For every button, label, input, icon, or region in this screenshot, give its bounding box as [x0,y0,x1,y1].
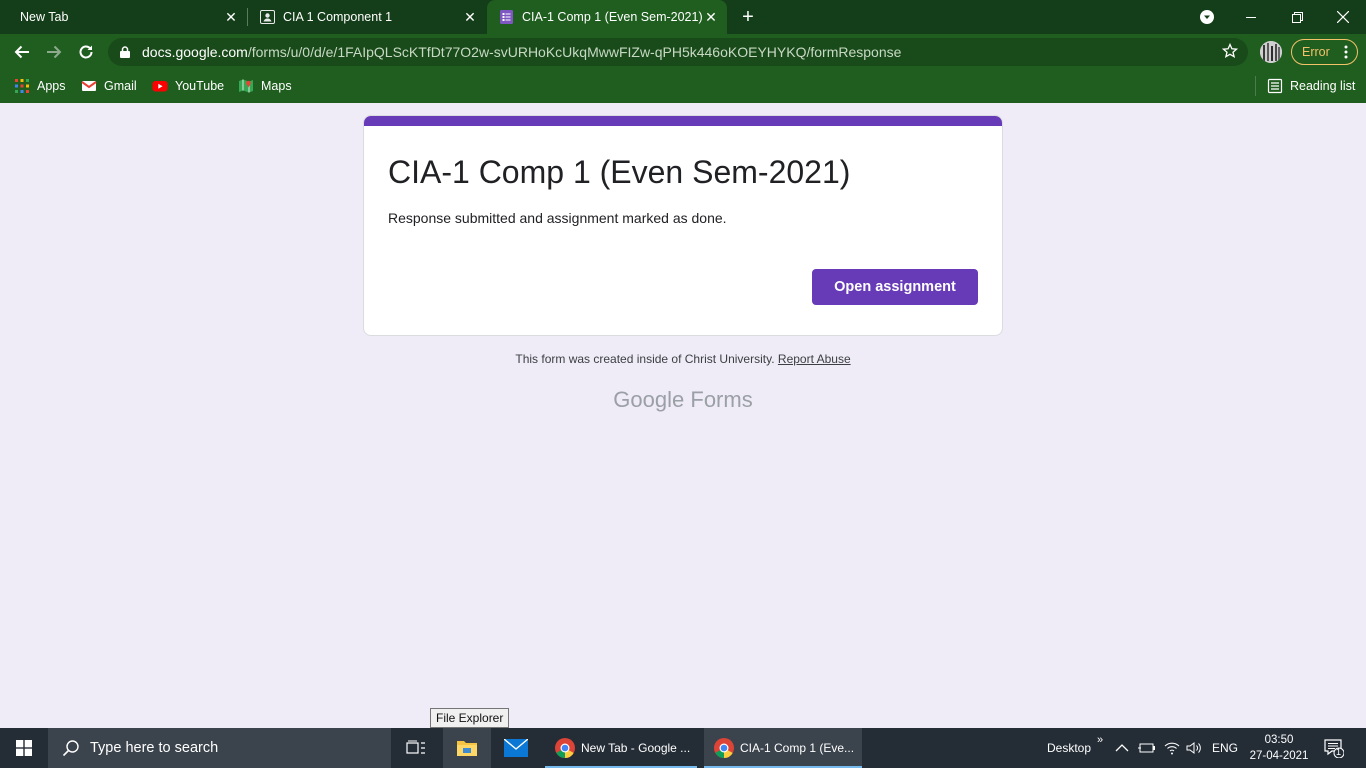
file-explorer-tooltip: File Explorer [430,708,510,728]
bookmark-maps[interactable]: Maps [238,76,292,96]
bookmark-label: Gmail [104,79,137,93]
url-path: /forms/u/0/d/e/1FAIpQLScKTfDt77O2w-svURH… [247,44,902,60]
bookmark-youtube[interactable]: YouTube [152,76,224,96]
bookmarks-separator [1255,76,1256,96]
tab-new-tab[interactable]: New Tab ✕ [0,0,247,34]
browser-toolbar: docs.google.com/forms/u/0/d/e/1FAIpQLScK… [0,34,1366,70]
tab-label: CIA-1 Comp 1 (Even Sem-2021) [522,10,703,24]
gmail-icon [81,81,97,91]
taskbar-app-label: CIA-1 Comp 1 (Eve... [740,741,855,755]
desktop-label: Desktop [1047,741,1092,755]
notification-count: 1 [1336,747,1342,757]
chrome-icon [714,738,734,759]
taskbar-search-box[interactable]: Type here to search [48,728,391,768]
restore-icon[interactable] [1274,0,1320,34]
reload-icon[interactable] [74,40,98,64]
search-placeholder: Type here to search [90,740,219,756]
classroom-icon [260,10,275,24]
logo-google-text: Google [613,387,685,412]
bookmark-label: Maps [261,79,292,93]
taskbar-app-label: New Tab - Google ... [581,741,691,755]
reading-list[interactable]: Reading list [1267,76,1355,96]
browser-tab-strip: New Tab ✕ CIA 1 Component 1 ✕ CIA-1 Comp… [0,0,1366,34]
file-explorer-icon[interactable] [443,728,491,768]
clock-date: 27-04-2021 [1249,750,1309,762]
search-icon [62,740,79,757]
taskbar-app-new-tab[interactable]: New Tab - Google ... [545,728,697,768]
error-label: Error [1302,45,1330,59]
close-icon[interactable]: ✕ [462,9,478,25]
minimize-icon[interactable] [1228,0,1274,34]
url-host: docs.google.com [142,44,248,60]
bookmark-label: Apps [37,79,66,93]
clock-time: 03:50 [1264,734,1294,746]
bookmark-star-icon[interactable] [1222,43,1238,59]
youtube-icon [152,81,168,92]
tab-cia-component[interactable]: CIA 1 Component 1 ✕ [248,0,486,34]
show-hidden-icons-icon[interactable] [1115,728,1129,768]
form-footer: This form was created inside of Christ U… [0,352,1366,366]
volume-icon[interactable] [1186,728,1202,768]
form-response-card: CIA-1 Comp 1 (Even Sem-2021) Response su… [363,115,1003,336]
windows-taskbar: Type here to search New Tab - Google ...… [0,728,1366,768]
form-title: CIA-1 Comp 1 (Even Sem-2021) [388,154,851,190]
google-forms-logo[interactable]: Google Forms [0,387,1366,413]
menu-dots-icon [1344,45,1348,59]
notification-center-icon[interactable]: 1 [1324,728,1344,768]
footer-text: This form was created inside of Christ U… [515,352,775,366]
reading-list-label: Reading list [1290,79,1356,93]
profile-avatar[interactable] [1260,41,1282,63]
apps-grid-icon [15,79,29,93]
close-icon[interactable]: ✕ [223,9,239,25]
url-text: docs.google.com/forms/u/0/d/e/1FAIpQLScK… [142,44,901,60]
reading-list-icon [1267,78,1283,94]
mail-icon[interactable] [494,728,538,768]
confirmation-message: Response submitted and assignment marked… [388,210,727,226]
bookmarks-bar: Apps Gmail YouTube Maps Reading list [0,70,1366,103]
lock-icon [120,46,130,58]
wifi-icon[interactable] [1164,728,1180,768]
address-bar[interactable]: docs.google.com/forms/u/0/d/e/1FAIpQLScK… [108,38,1248,66]
window-close-icon[interactable] [1320,0,1366,34]
logo-forms-text: Forms [690,387,753,412]
tab-label: CIA 1 Component 1 [283,10,393,24]
battery-icon[interactable] [1138,728,1156,768]
error-button[interactable]: Error [1291,39,1358,65]
maps-icon [239,79,253,93]
tab-search-dropdown-icon[interactable] [1184,0,1230,34]
bookmark-label: YouTube [175,79,225,93]
windows-start-icon[interactable] [0,728,48,768]
close-icon[interactable]: ✕ [703,9,719,25]
card-accent-bar [364,116,1002,126]
bookmark-gmail[interactable]: Gmail [81,76,137,96]
desktop-toolbar[interactable]: Desktop [1047,728,1091,768]
bookmark-apps[interactable]: Apps [14,76,66,96]
forward-arrow-icon[interactable] [42,40,66,64]
system-clock[interactable]: 03:50 27-04-2021 [1244,732,1314,764]
toolbar-chevron-icon[interactable]: » [1097,720,1103,760]
google-forms-icon [500,10,513,24]
taskbar-app-form[interactable]: CIA-1 Comp 1 (Eve... [704,728,862,768]
back-arrow-icon[interactable] [10,40,34,64]
chrome-icon [555,738,575,759]
tab-active-form[interactable]: CIA-1 Comp 1 (Even Sem-2021) ✕ [487,0,727,34]
report-abuse-link[interactable]: Report Abuse [778,352,851,366]
task-view-icon[interactable] [403,728,429,768]
open-assignment-button[interactable]: Open assignment [812,269,978,305]
tab-label: New Tab [20,10,69,24]
input-language[interactable]: ENG [1212,728,1238,768]
new-tab-plus-icon[interactable]: + [738,7,758,27]
